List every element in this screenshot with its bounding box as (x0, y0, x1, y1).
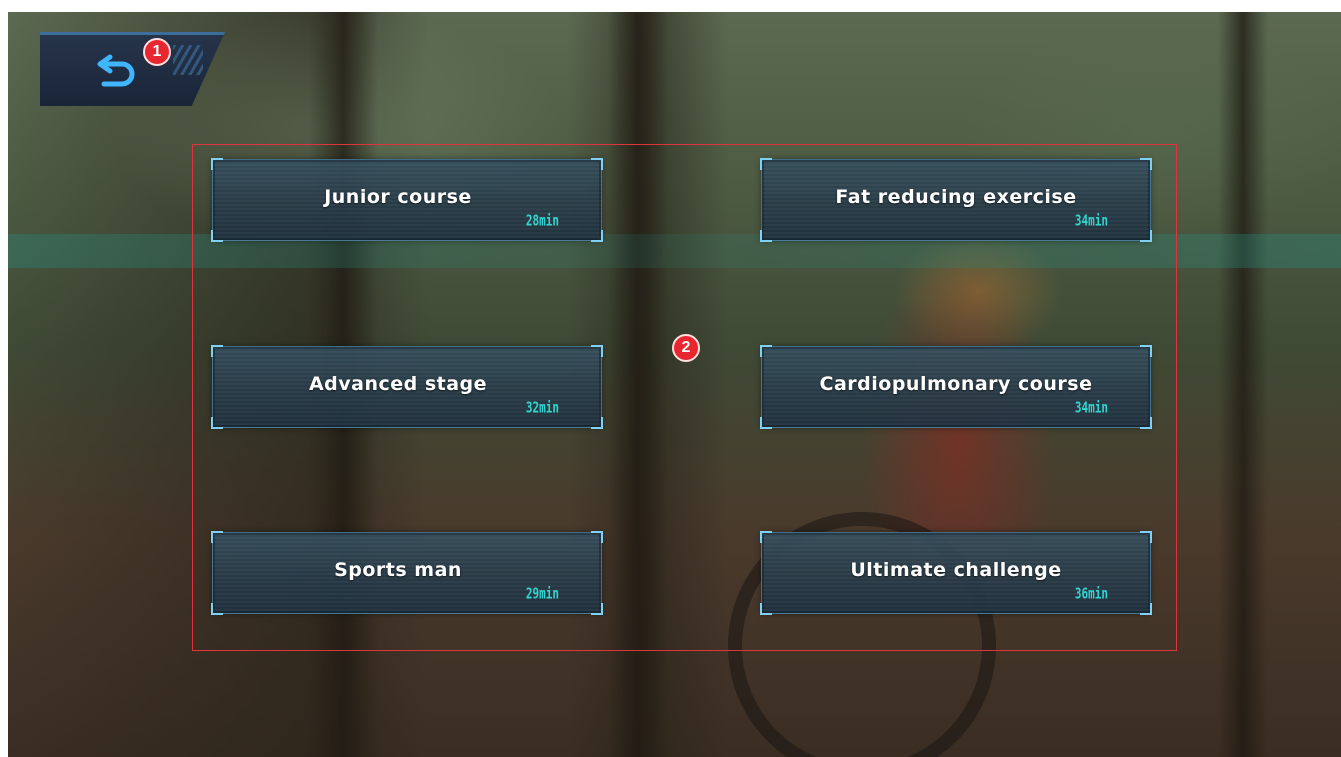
course-duration: 34min (1074, 399, 1108, 417)
course-duration: 29min (525, 585, 559, 603)
course-title: Advanced stage (308, 373, 488, 395)
tree-trunk (1218, 12, 1268, 757)
course-title: Fat reducing exercise (835, 186, 1077, 208)
course-title: Ultimate challenge (850, 559, 1062, 581)
corner-bracket (591, 230, 603, 242)
course-button-advanced[interactable]: Advanced stage 32min (211, 345, 603, 429)
corner-bracket (760, 230, 772, 242)
back-arrow-icon (97, 54, 135, 87)
corner-bracket (591, 531, 603, 543)
course-title: Sports man (334, 559, 462, 581)
corner-bracket (591, 417, 603, 429)
course-title: Junior course (324, 186, 472, 208)
corner-bracket (211, 158, 223, 170)
corner-bracket (591, 603, 603, 615)
course-title: Cardiopulmonary course (819, 373, 1093, 395)
corner-bracket (760, 345, 772, 357)
corner-bracket (211, 531, 223, 543)
corner-bracket (760, 158, 772, 170)
decorative-stripes (173, 45, 203, 75)
corner-bracket (1140, 603, 1152, 615)
corner-bracket (591, 158, 603, 170)
course-duration: 36min (1074, 585, 1108, 603)
corner-bracket (1140, 345, 1152, 357)
corner-bracket (211, 230, 223, 242)
corner-bracket (1140, 531, 1152, 543)
course-duration: 34min (1074, 212, 1108, 230)
course-button-sports-man[interactable]: Sports man 29min (211, 531, 603, 615)
course-button-junior[interactable]: Junior course 28min (211, 158, 603, 242)
course-duration: 28min (525, 212, 559, 230)
corner-bracket (1140, 230, 1152, 242)
corner-bracket (211, 345, 223, 357)
corner-bracket (760, 603, 772, 615)
course-button-ultimate[interactable]: Ultimate challenge 36min (760, 531, 1152, 615)
corner-bracket (591, 345, 603, 357)
corner-bracket (1140, 158, 1152, 170)
course-button-cardiopulmonary[interactable]: Cardiopulmonary course 34min (760, 345, 1152, 429)
corner-bracket (760, 531, 772, 543)
corner-bracket (211, 603, 223, 615)
corner-bracket (1140, 417, 1152, 429)
course-duration: 32min (525, 399, 559, 417)
annotation-badge: 2 (672, 334, 700, 362)
annotation-badge: 1 (143, 38, 171, 66)
corner-bracket (211, 417, 223, 429)
course-button-fat-reducing[interactable]: Fat reducing exercise 34min (760, 158, 1152, 242)
corner-bracket (760, 417, 772, 429)
